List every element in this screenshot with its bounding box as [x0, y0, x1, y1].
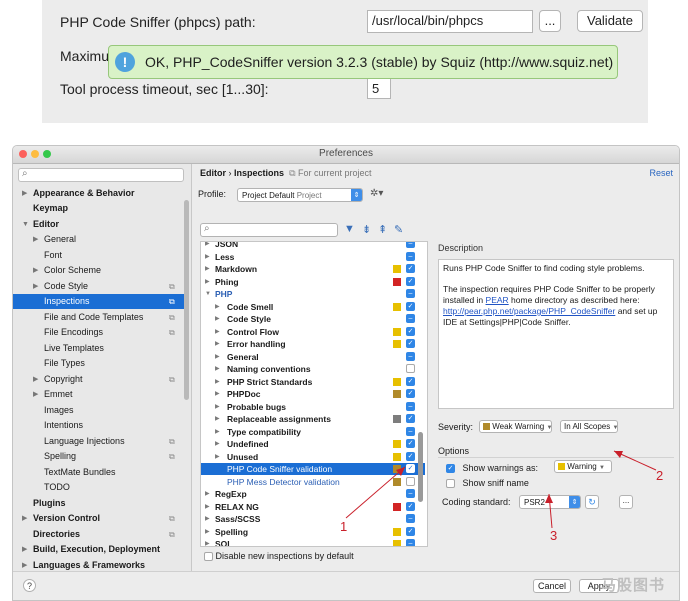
annotation-arrow-1: [345, 466, 406, 519]
annotation-arrowhead-1: [396, 467, 405, 476]
annotation-overlay: [345, 450, 657, 529]
annotation-label-3: 3: [550, 528, 558, 543]
annotation-label-2: 2: [656, 468, 664, 483]
annotation-label-1: 1: [340, 519, 348, 534]
annotation-arrowhead-3: [545, 494, 553, 503]
